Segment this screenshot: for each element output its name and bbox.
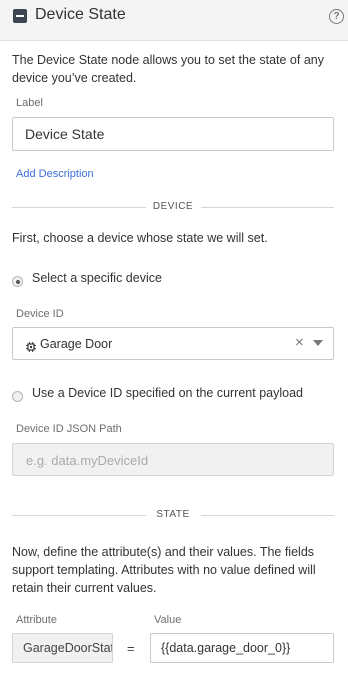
device-chip-icon: [26, 339, 36, 357]
collapse-toggle-icon[interactable]: [13, 9, 27, 23]
value-column-header: Value: [154, 614, 182, 626]
attribute-field: GarageDoorState: [12, 633, 113, 663]
help-icon[interactable]: ?: [329, 9, 344, 24]
state-instructions: Now, define the attribute(s) and their v…: [12, 545, 316, 595]
state-divider-right: [201, 515, 334, 516]
json-path-input: e.g. data.myDeviceId: [12, 443, 334, 476]
radio-specific-device[interactable]: [12, 276, 23, 287]
intro-text: The Device State node allows you to set …: [12, 53, 324, 85]
divider-right: [201, 207, 334, 208]
device-id-label: Device ID: [16, 308, 64, 320]
value-input-text: {{data.garage_door_0}}: [161, 641, 291, 655]
label-field-label: Label: [16, 97, 43, 109]
label-input-value: Device State: [25, 126, 105, 142]
attribute-field-value: GarageDoorState: [23, 641, 113, 655]
device-section-title: DEVICE: [152, 201, 194, 212]
radio-payload-device-id[interactable]: [12, 391, 23, 402]
clear-selection-icon[interactable]: ×: [295, 334, 304, 351]
add-description-link[interactable]: Add Description: [16, 168, 94, 180]
label-input[interactable]: Device State: [12, 117, 334, 151]
divider-left: [12, 207, 146, 208]
state-divider-left: [12, 515, 146, 516]
radio-specific-device-label[interactable]: Select a specific device: [32, 271, 162, 285]
device-id-value: Garage Door: [40, 337, 113, 351]
node-title: Device State: [35, 6, 126, 23]
attribute-column-header: Attribute: [16, 614, 57, 626]
equals-sign: =: [127, 641, 135, 656]
radio-payload-device-id-label[interactable]: Use a Device ID specified on the current…: [32, 386, 303, 400]
device-id-select[interactable]: Garage Door ×: [12, 327, 334, 360]
state-section-title: STATE: [156, 509, 190, 520]
value-input[interactable]: {{data.garage_door_0}}: [150, 633, 334, 663]
json-path-label: Device ID JSON Path: [16, 423, 122, 435]
chevron-down-icon[interactable]: [313, 340, 323, 346]
device-instructions: First, choose a device whose state we wi…: [12, 231, 268, 245]
json-path-placeholder: e.g. data.myDeviceId: [26, 453, 149, 468]
